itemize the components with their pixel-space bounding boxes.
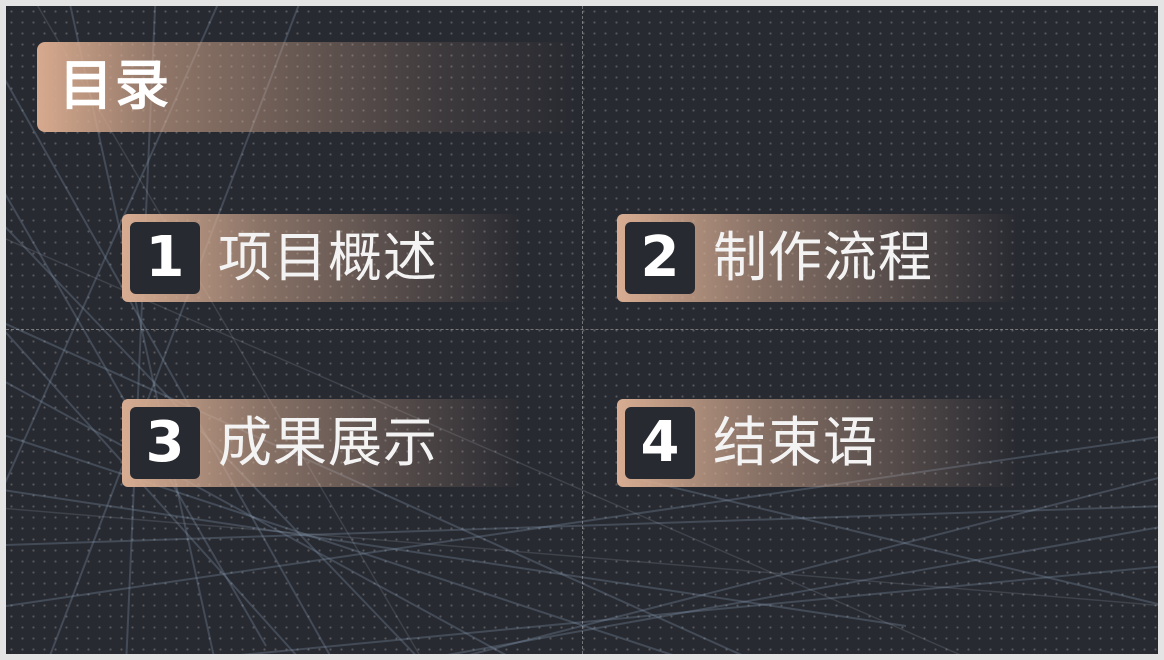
toc-item-label: 制作流程	[713, 226, 933, 289]
page-title: 目录	[59, 54, 171, 117]
toc-item-number: 4	[625, 407, 695, 479]
vertical-guide-line	[582, 6, 583, 654]
toc-item-number: 1	[130, 222, 200, 294]
toc-item-number: 3	[130, 407, 200, 479]
horizontal-guide-line	[6, 329, 1158, 330]
toc-item-4[interactable]: 4 结束语	[617, 399, 1017, 487]
toc-item-2[interactable]: 2 制作流程	[617, 214, 1017, 302]
slide-canvas: 目录 1 项目概述 2 制作流程 3 成果展示 4 结束语	[6, 6, 1158, 654]
toc-item-label: 结束语	[713, 411, 878, 474]
toc-item-1[interactable]: 1 项目概述	[122, 214, 522, 302]
toc-item-label: 项目概述	[218, 226, 438, 289]
toc-item-number: 2	[625, 222, 695, 294]
toc-item-3[interactable]: 3 成果展示	[122, 399, 522, 487]
title-banner: 目录	[37, 42, 577, 132]
toc-item-label: 成果展示	[218, 411, 438, 474]
